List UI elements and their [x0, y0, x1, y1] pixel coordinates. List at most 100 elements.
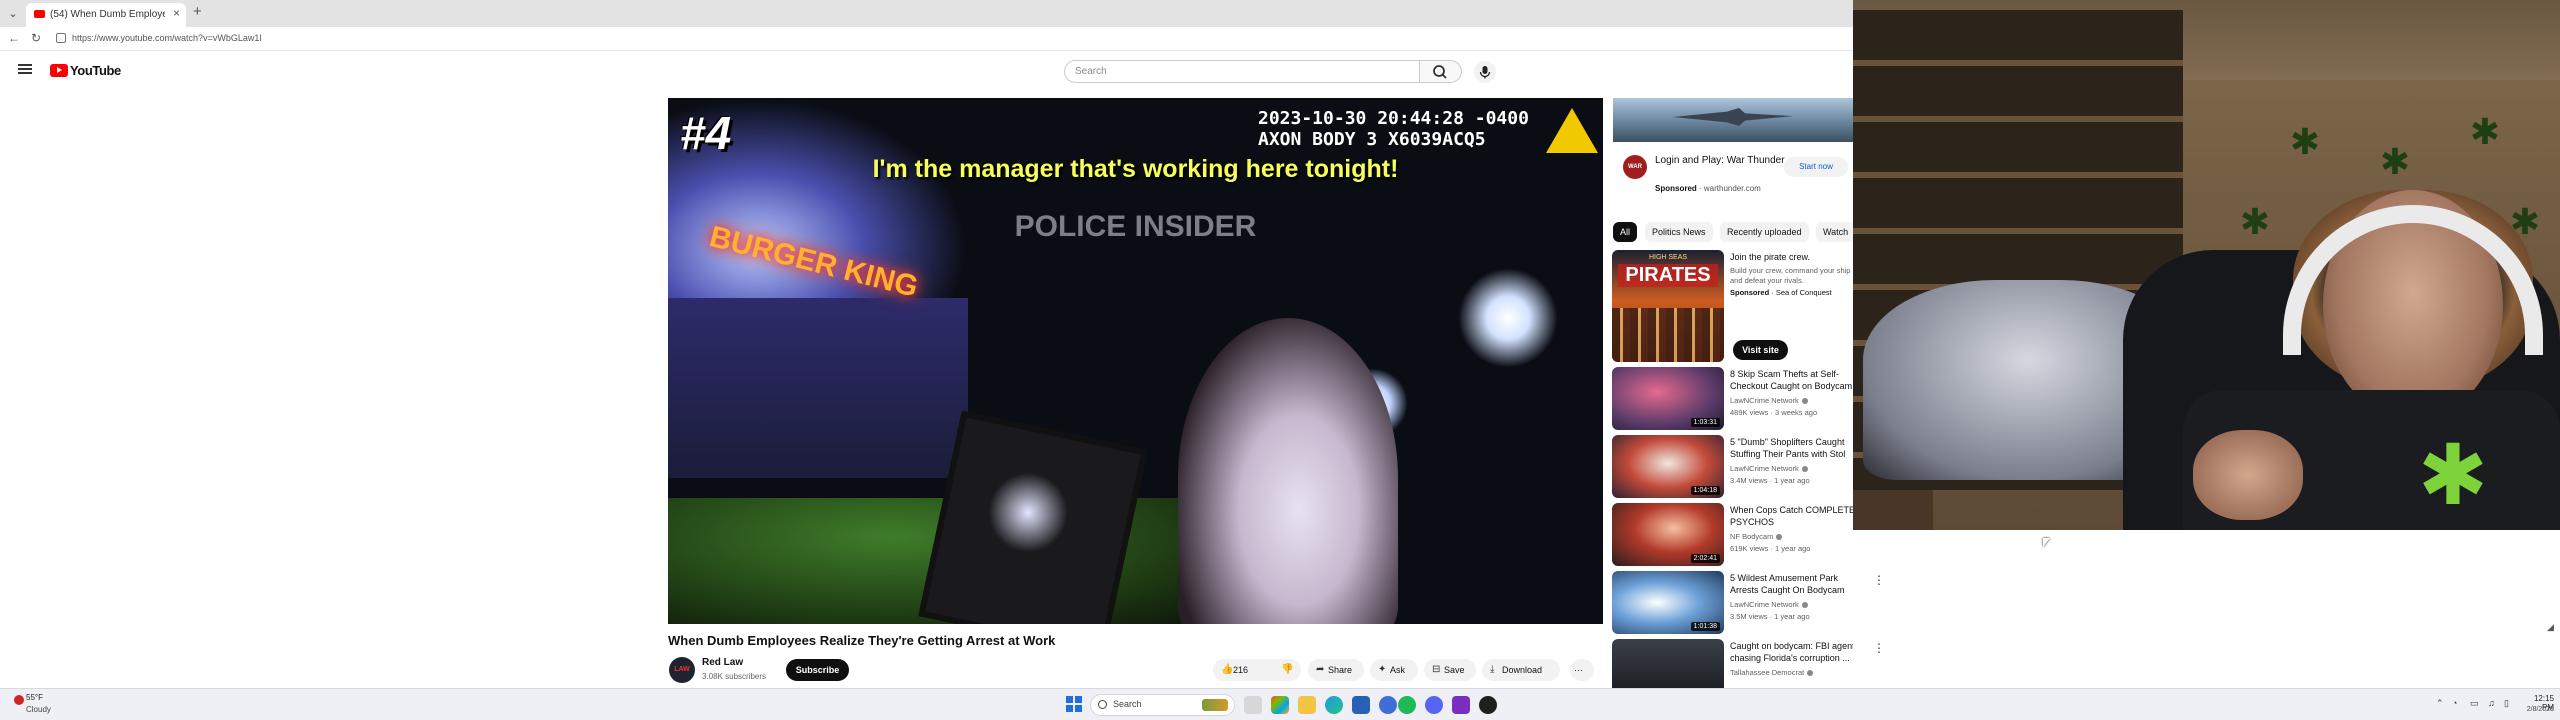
- discord-icon[interactable]: [1425, 696, 1443, 714]
- store-icon[interactable]: [1352, 696, 1370, 714]
- youtube-logo-text[interactable]: YouTube: [70, 63, 121, 78]
- recommended-title[interactable]: PSYCHOS: [1730, 517, 1853, 528]
- recommended-channel[interactable]: LawNCrime Network: [1730, 464, 1808, 473]
- edge-browser-icon[interactable]: [1325, 696, 1343, 714]
- recommended-thumbnail[interactable]: 1:01:38: [1612, 571, 1724, 634]
- more-actions-button[interactable]: ···: [1570, 659, 1594, 681]
- sparkle-icon: ✦: [1378, 664, 1387, 675]
- weather-temperature[interactable]: 55°F: [26, 693, 43, 702]
- chip-all[interactable]: All: [1613, 222, 1638, 242]
- clock-date[interactable]: 2/8/2025: [2520, 706, 2554, 713]
- voice-search-button[interactable]: [1474, 61, 1496, 83]
- thumbs-up-icon[interactable]: 👍: [1221, 659, 1233, 681]
- recommended-title[interactable]: 5 "Dumb" Shoplifters Caught: [1730, 437, 1853, 448]
- start-button[interactable]: [1066, 696, 1082, 712]
- url-field[interactable]: https://www.youtube.com/watch?v=vWbGLaw1…: [52, 30, 1652, 48]
- recommended-thumbnail[interactable]: [1612, 639, 1724, 688]
- tab-bar: ⌄ (54) When Dumb Employees... × +: [0, 0, 1853, 27]
- video-player[interactable]: BURGER KING #4 2023-10-30 20:44:28 -0400…: [668, 98, 1603, 624]
- channel-name: Tallahassee Democrat: [1730, 668, 1805, 677]
- menu-icon[interactable]: [18, 64, 32, 74]
- more-options-icon[interactable]: ⋮: [1873, 641, 1885, 655]
- resize-handle-icon[interactable]: ◢: [2547, 622, 2554, 633]
- channel-avatar[interactable]: LAW: [669, 657, 695, 683]
- recommended-title[interactable]: Checkout Caught on Bodycam: [1730, 381, 1853, 392]
- video-caption-overlay: I'm the manager that's working here toni…: [872, 155, 1399, 183]
- site-info-icon[interactable]: [56, 33, 66, 43]
- video-scene-building: [668, 298, 968, 478]
- chip-watched[interactable]: Watch: [1816, 222, 1853, 242]
- recommended-title[interactable]: Stuffing Their Pants with Stol: [1730, 449, 1853, 460]
- obs-icon[interactable]: [1479, 696, 1497, 714]
- weather-condition[interactable]: Cloudy: [26, 705, 51, 714]
- promoted-title[interactable]: Join the pirate crew.: [1730, 252, 1853, 263]
- reload-icon[interactable]: ↻: [28, 30, 44, 46]
- recommended-thumbnail[interactable]: 1:03:31: [1612, 367, 1724, 430]
- chip-politics-news[interactable]: Politics News: [1645, 222, 1713, 242]
- ask-button[interactable]: ✦ Ask: [1370, 659, 1418, 681]
- recommended-thumbnail[interactable]: 2:02:41: [1612, 503, 1724, 566]
- share-button[interactable]: ➦ Share: [1308, 659, 1364, 681]
- screen: ⌄ (54) When Dumb Employees... × + ← ↻ ht…: [0, 0, 2560, 720]
- tab-youtube[interactable]: (54) When Dumb Employees... ×: [26, 3, 186, 27]
- youtube-logo-icon[interactable]: [50, 64, 68, 77]
- recommended-title[interactable]: chasing Florida's corruption ...: [1730, 653, 1853, 664]
- display-icon[interactable]: ▭: [2470, 698, 2479, 709]
- thumbs-down-icon[interactable]: 👎: [1281, 659, 1293, 681]
- weather-icon[interactable]: [14, 695, 24, 705]
- back-arrow-icon[interactable]: ←: [6, 30, 22, 46]
- recommended-channel[interactable]: LawNCrime Network: [1730, 600, 1808, 609]
- recommended-channel[interactable]: Tallahassee Democrat: [1730, 668, 1814, 677]
- recommended-channel[interactable]: NF Bodycam: [1730, 532, 1783, 541]
- volume-icon[interactable]: ♫: [2488, 698, 2495, 708]
- video-duration: 2:02:41: [1690, 554, 1720, 563]
- tab-list-chevron-icon[interactable]: ⌄: [4, 5, 22, 23]
- file-explorer-icon[interactable]: [1298, 696, 1316, 714]
- share-arrow-icon: ➦: [1316, 664, 1325, 675]
- taskbar-search[interactable]: Search: [1090, 694, 1235, 716]
- recommended-title[interactable]: 8 Skip Scam Thefts at Self-: [1730, 369, 1853, 380]
- chip-recently-uploaded[interactable]: Recently uploaded: [1720, 222, 1809, 242]
- spotify-icon[interactable]: [1398, 696, 1416, 714]
- channel-name[interactable]: Red Law: [702, 657, 743, 668]
- close-tab-icon[interactable]: ×: [173, 6, 180, 20]
- new-tab-button[interactable]: +: [193, 3, 202, 20]
- recommended-title[interactable]: Arrests Caught On Bodycam: [1730, 585, 1853, 596]
- ad-start-now-button[interactable]: Start now: [1784, 157, 1848, 177]
- warplane-image: [1673, 108, 1793, 126]
- windows-logo-icon: [1066, 705, 1073, 712]
- subscriber-count: 3.08K subscribers: [702, 672, 767, 681]
- like-count[interactable]: 216: [1233, 665, 1248, 675]
- url-text: https://www.youtube.com/watch?v=vWbGLaw1…: [72, 33, 262, 43]
- search-input[interactable]: Search: [1064, 60, 1420, 83]
- recommended-channel[interactable]: LawNCrime Network: [1730, 396, 1808, 405]
- recommended-title[interactable]: 5 Wildest Amusement Park: [1730, 573, 1853, 584]
- download-icon: ⤓: [1490, 664, 1495, 675]
- search-button[interactable]: [1420, 60, 1462, 83]
- network-icon[interactable]: ◔: [2452, 698, 2457, 708]
- recommended-title[interactable]: Caught on bodycam: FBI agent: [1730, 641, 1853, 652]
- save-button[interactable]: ⊟ Save: [1424, 659, 1476, 681]
- subscribe-button[interactable]: Subscribe: [786, 659, 849, 681]
- copilot-icon[interactable]: [1271, 696, 1289, 714]
- task-view-icon[interactable]: [1244, 696, 1262, 714]
- app-icon[interactable]: [1452, 696, 1470, 714]
- tray-chevron-icon[interactable]: ⌃: [2436, 698, 2444, 709]
- download-button[interactable]: ⤓ Download: [1482, 659, 1560, 681]
- shirt-leaf-graphic: ✱: [2417, 428, 2489, 522]
- recommended-title[interactable]: When Cops Catch COMPLETE: [1730, 505, 1853, 516]
- ad-banner-image[interactable]: [1613, 98, 1853, 142]
- ad-title[interactable]: Login and Play: War Thunder: [1655, 154, 1785, 167]
- bodycam-timestamp: 2023-10-30 20:44:28 -0400 AXON BODY 3 X6…: [1258, 108, 1529, 150]
- more-options-icon[interactable]: ⋮: [1873, 573, 1885, 587]
- windows-logo-icon: [1075, 696, 1082, 703]
- recommended-thumbnail[interactable]: 1:04:18: [1612, 435, 1724, 498]
- app-icon[interactable]: [1379, 696, 1397, 714]
- video-scene-light: [1458, 268, 1558, 368]
- wall-leaf-pattern: ✱: [2469, 111, 2501, 152]
- promoted-thumbnail[interactable]: HIGH SEAS PIRATES: [1612, 250, 1724, 362]
- ad-advertiser-icon[interactable]: WAR: [1623, 155, 1647, 179]
- visit-site-button[interactable]: Visit site: [1733, 340, 1788, 360]
- battery-icon[interactable]: ▯: [2504, 698, 2509, 709]
- video-duration: 1:04:18: [1690, 486, 1720, 495]
